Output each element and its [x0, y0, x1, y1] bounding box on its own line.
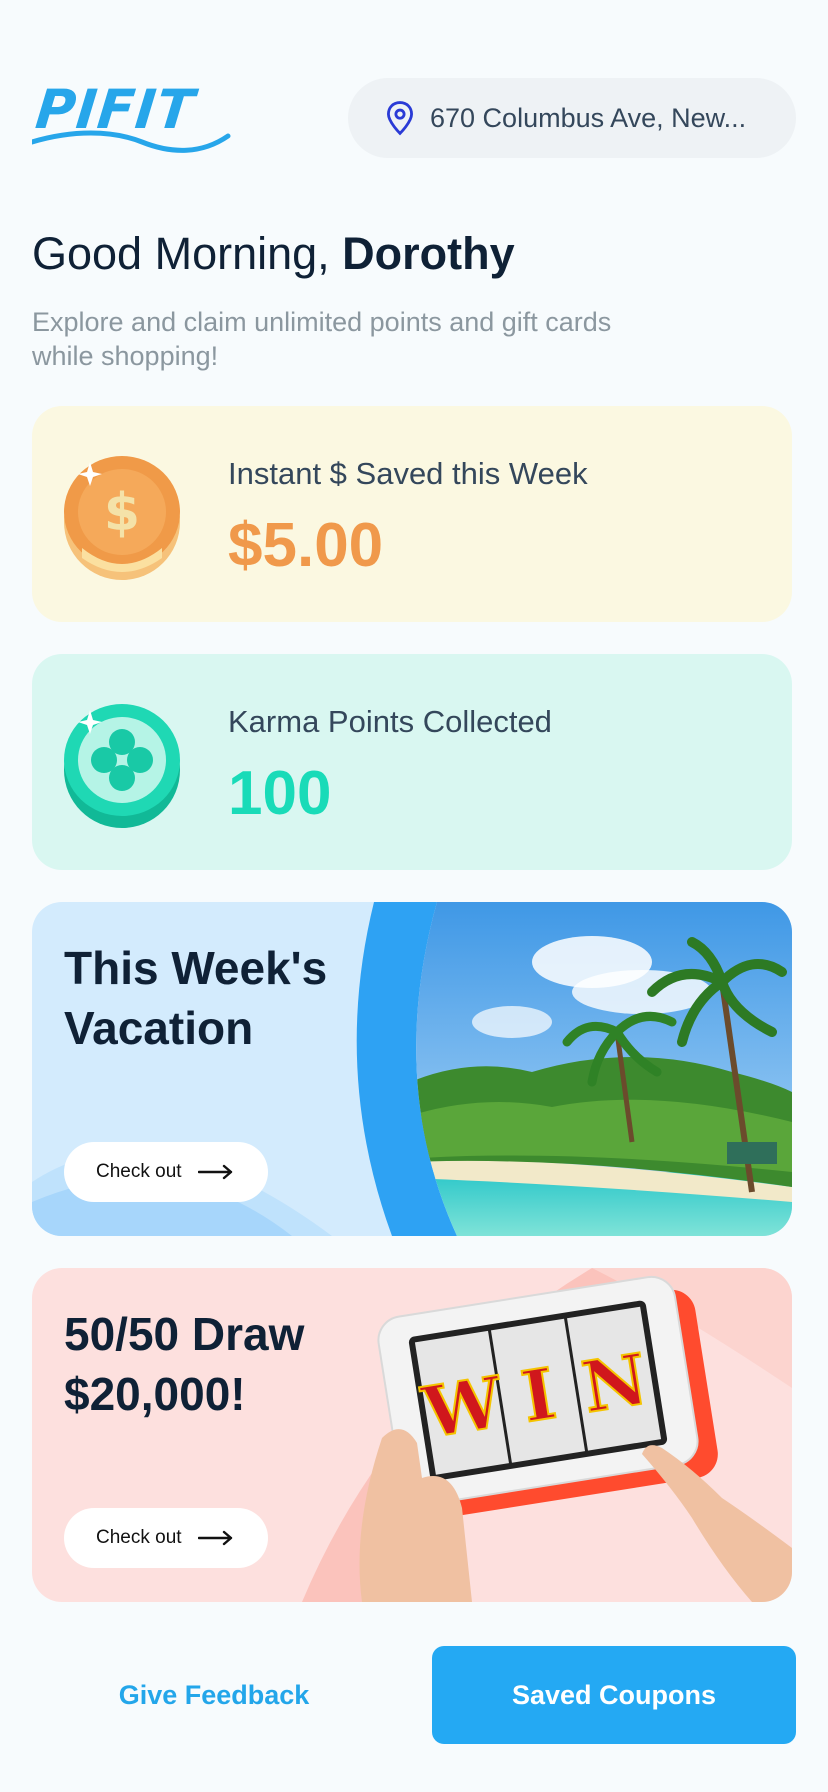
vacation-checkout-label: Check out	[96, 1161, 182, 1182]
draw-promo-card[interactable]: W I N 50/50 Draw $20,000! Check out	[32, 1268, 792, 1602]
draw-title: 50/50 Draw $20,000!	[64, 1308, 305, 1420]
location-address: 670 Columbus Ave, New...	[430, 102, 747, 133]
bottom-actions: Give Feedback Saved Coupons	[32, 1646, 796, 1744]
draw-checkout-label: Check out	[96, 1527, 182, 1548]
savings-value: $5.00	[228, 511, 384, 580]
subtitle: Explore and claim unlimited points and g…	[32, 307, 612, 371]
arrow-right-icon	[197, 1164, 232, 1180]
user-name: Dorothy	[342, 228, 515, 279]
vacation-promo-card[interactable]: This Week's Vacation Check out	[32, 902, 792, 1236]
karma-value: 100	[228, 759, 332, 828]
vacation-checkout-button[interactable]: Check out	[64, 1142, 268, 1202]
saved-coupons-button[interactable]: Saved Coupons	[432, 1646, 796, 1744]
arrow-right-icon	[197, 1530, 232, 1546]
give-feedback-button[interactable]: Give Feedback	[32, 1646, 396, 1744]
dollar-coin-icon: $	[64, 456, 180, 580]
svg-text:$: $	[104, 483, 140, 543]
vacation-title: This Week's Vacation	[64, 942, 328, 1054]
map-pin-icon	[387, 101, 413, 136]
slot-letter-n: N	[577, 1337, 653, 1429]
header: PIFIT 670 Columbus Ave, New...	[32, 78, 796, 158]
karma-card[interactable]: Karma Points Collected 100	[32, 654, 792, 870]
pifit-logo: PIFIT	[32, 78, 232, 158]
greeting-prefix: Good Morning,	[32, 228, 343, 279]
clover-coin-icon	[64, 704, 180, 828]
location-selector[interactable]: 670 Columbus Ave, New...	[348, 78, 796, 158]
greeting: Good Morning, Dorothy	[32, 228, 515, 280]
logo-wave-icon	[32, 130, 231, 153]
savings-label: Instant $ Saved this Week	[228, 456, 588, 491]
karma-label: Karma Points Collected	[228, 704, 552, 739]
draw-checkout-button[interactable]: Check out	[64, 1508, 268, 1568]
slot-letter-w: W	[416, 1360, 509, 1455]
savings-card[interactable]: $ Instant $ Saved this Week $5.00	[32, 406, 792, 622]
